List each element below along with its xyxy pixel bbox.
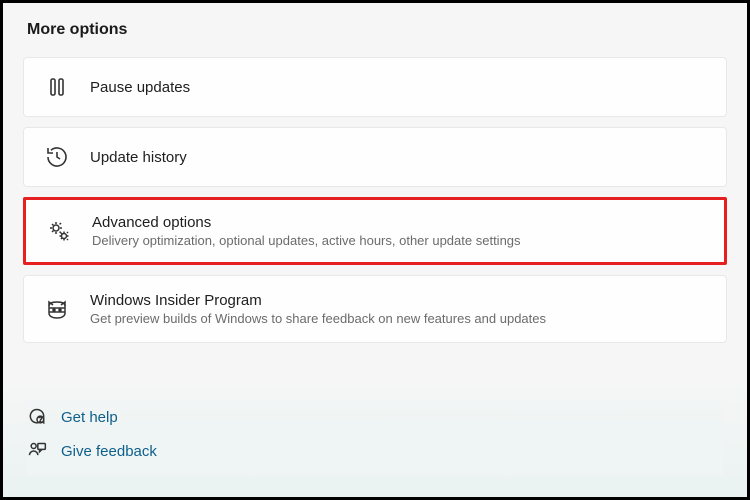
footer-links: Get help Give feedback: [27, 391, 723, 475]
option-sublabel: Delivery optimization, optional updates,…: [92, 233, 521, 248]
history-icon: [44, 144, 70, 170]
feedback-icon: [27, 441, 47, 461]
section-title: More options: [27, 21, 727, 39]
option-text: Advanced options Delivery optimization, …: [92, 214, 521, 248]
windows-insider-card[interactable]: Windows Insider Program Get preview buil…: [23, 275, 727, 343]
update-history-card[interactable]: Update history: [23, 127, 727, 187]
gears-icon: [46, 218, 72, 244]
give-feedback-link[interactable]: Give feedback: [27, 441, 723, 461]
footer-link-label: Give feedback: [61, 443, 157, 460]
option-text: Windows Insider Program Get preview buil…: [90, 292, 546, 326]
option-label: Pause updates: [90, 79, 190, 96]
option-text: Pause updates: [90, 79, 190, 96]
option-text: Update history: [90, 149, 187, 166]
pause-icon: [44, 74, 70, 100]
option-sublabel: Get preview builds of Windows to share f…: [90, 311, 546, 326]
option-label: Update history: [90, 149, 187, 166]
ninja-cat-icon: [44, 296, 70, 322]
help-icon: [27, 407, 47, 427]
option-label: Windows Insider Program: [90, 292, 546, 309]
option-label: Advanced options: [92, 214, 521, 231]
footer-link-label: Get help: [61, 409, 118, 426]
pause-updates-card[interactable]: Pause updates: [23, 57, 727, 117]
advanced-options-card[interactable]: Advanced options Delivery optimization, …: [23, 197, 727, 265]
get-help-link[interactable]: Get help: [27, 407, 723, 427]
